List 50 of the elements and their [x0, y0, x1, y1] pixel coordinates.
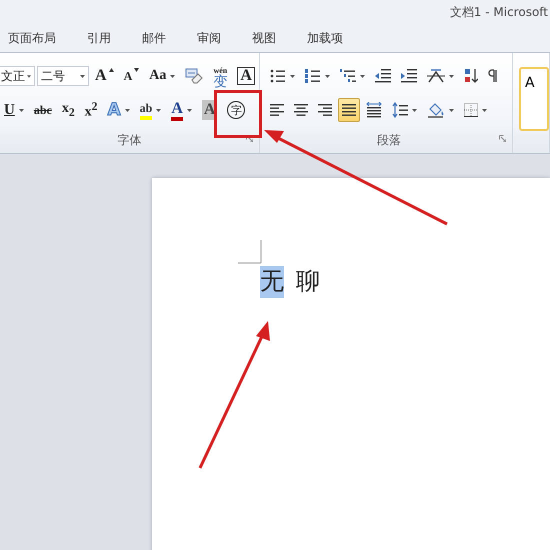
- ribbon-tab[interactable]: 页面布局: [0, 30, 56, 47]
- ribbon-tab[interactable]: 加载项: [299, 30, 343, 47]
- align-center-icon: [294, 104, 308, 116]
- document-text: 聊: [296, 268, 320, 297]
- indent-icon: [400, 69, 417, 83]
- phonetic-guide-button[interactable]: wén 变: [209, 64, 232, 88]
- ribbon-tab[interactable]: 审阅: [189, 30, 221, 47]
- ribbon-tab[interactable]: 视图: [244, 30, 276, 47]
- text-layout-icon: [426, 69, 445, 83]
- dialog-launcher-icon: [499, 135, 506, 142]
- paint-bucket-icon: [426, 102, 445, 118]
- style-gallery-item[interactable]: A: [519, 67, 549, 131]
- group-label: 字体: [117, 132, 142, 148]
- font-size-field[interactable]: 二号: [37, 66, 89, 86]
- highlight-button[interactable]: ab: [136, 98, 166, 122]
- list-icon: [270, 69, 286, 83]
- shrink-font-button[interactable]: A: [120, 64, 144, 88]
- up-caret-icon: [108, 68, 114, 72]
- font-color-button[interactable]: A: [167, 98, 196, 122]
- justify-button[interactable]: [338, 98, 360, 122]
- sort-icon: [464, 68, 478, 84]
- strikethrough-button[interactable]: abc: [30, 98, 56, 122]
- dialog-launcher-icon: [246, 135, 253, 142]
- distribute-icon: [366, 102, 382, 118]
- superscript-button[interactable]: x$^{2}$: [80, 98, 102, 122]
- outline-list-icon: [340, 69, 356, 83]
- align-right-icon: [318, 104, 332, 116]
- highlight-frame: [214, 90, 262, 138]
- down-caret-icon: [134, 68, 140, 72]
- justify-icon: [342, 104, 356, 116]
- pilcrow-icon: [488, 69, 498, 83]
- border-grid-icon: [464, 103, 478, 117]
- caret-icon: [27, 74, 31, 78]
- line-spacing-icon: [392, 102, 408, 118]
- numbered-list-icon: [304, 69, 321, 83]
- group-label: 段落: [376, 132, 401, 148]
- ribbon-tab[interactable]: 邮件: [134, 30, 166, 47]
- underline-button[interactable]: U: [0, 98, 28, 122]
- font-name-field[interactable]: 文正: [0, 66, 35, 86]
- eraser-icon: [185, 68, 204, 84]
- window-title: 文档1 - Microsoft: [450, 4, 548, 21]
- ribbon-tab[interactable]: 引用: [79, 30, 111, 47]
- document-text: 无: [260, 266, 284, 298]
- grow-font-button[interactable]: A: [91, 64, 118, 88]
- outdent-icon: [374, 69, 391, 83]
- subscript-button[interactable]: x$_{2}$: [58, 98, 79, 122]
- change-case-button[interactable]: Aa: [145, 64, 180, 88]
- margin-corner-mark: [238, 240, 262, 264]
- caret-icon: [80, 74, 85, 78]
- align-left-icon: [270, 104, 284, 116]
